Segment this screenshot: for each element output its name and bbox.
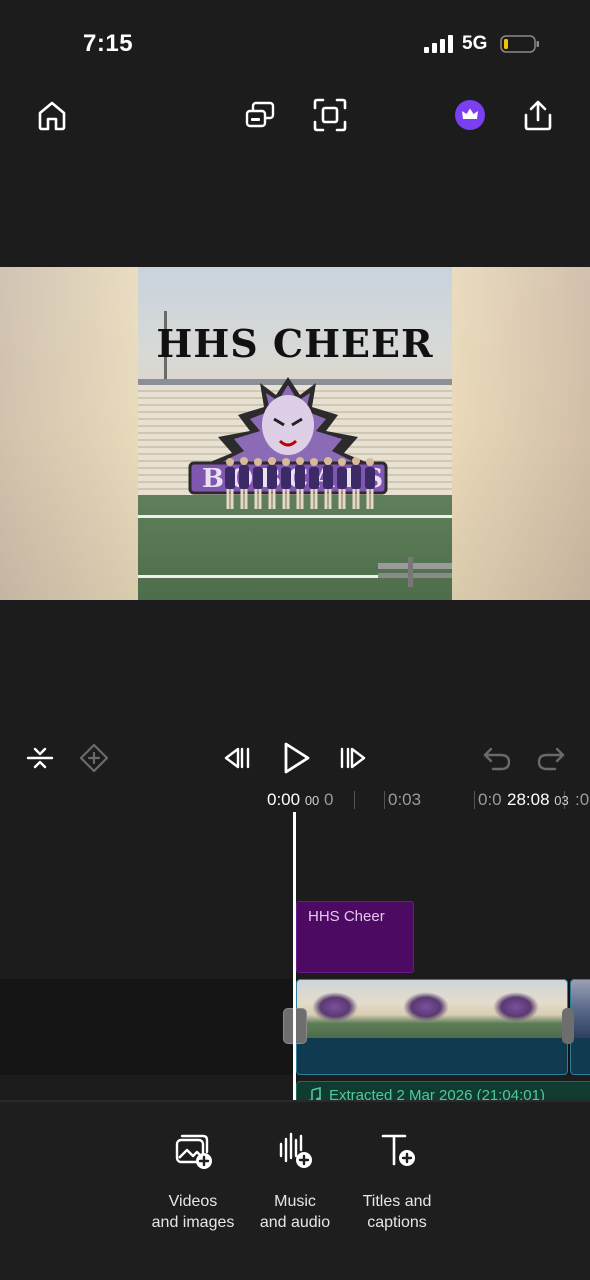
playback-controls xyxy=(0,730,590,786)
preview-frame: BOBCATS H xyxy=(138,267,452,600)
title-clip-label: HHS Cheer xyxy=(308,908,385,925)
cast-icon xyxy=(245,101,275,128)
add-media-icon xyxy=(175,1134,212,1169)
ruler-tick-label: 0:03 xyxy=(388,790,422,809)
add-text-button[interactable]: Titles and captions xyxy=(342,1130,452,1233)
title-clip[interactable]: HHS Cheer xyxy=(296,901,414,973)
bottom-toolbar: Videos and images Music and audio Titles… xyxy=(0,1100,590,1280)
redo-icon xyxy=(537,747,565,771)
current-time: 0:00 00 xyxy=(267,790,320,809)
ruler-tick-label: 0 xyxy=(324,790,334,809)
add-audio-button[interactable]: Music and audio xyxy=(240,1130,350,1233)
network-type: 5G xyxy=(462,33,488,54)
undo-icon xyxy=(483,747,511,771)
add-text-label: Titles and captions xyxy=(362,1193,432,1231)
ruler-tick-label: :0 xyxy=(575,790,590,809)
status-time: 7:15 xyxy=(83,30,134,57)
add-audio-icon xyxy=(279,1132,312,1168)
clip-thumbnails xyxy=(297,980,567,1038)
total-duration: 28:08 03 xyxy=(507,790,569,809)
video-preview[interactable]: BOBCATS H xyxy=(0,267,590,600)
video-clip[interactable] xyxy=(296,979,568,1075)
premium-button[interactable] xyxy=(452,97,488,133)
home-icon xyxy=(38,101,66,131)
keyframe-button[interactable] xyxy=(74,738,114,778)
battery-low-icon xyxy=(500,35,539,53)
skip-forward-icon xyxy=(340,747,366,769)
ruler-tick-label: 0:0 xyxy=(478,790,502,809)
fit-screen-icon xyxy=(313,98,347,132)
playhead[interactable] xyxy=(293,812,296,1100)
home-button[interactable] xyxy=(30,93,74,137)
crown-icon xyxy=(455,100,485,130)
split-button[interactable] xyxy=(20,738,60,778)
time-ruler[interactable]: 0 0:03 0:0 :0 0:00 00 28:08 03 xyxy=(0,787,590,811)
add-text-icon xyxy=(381,1134,415,1166)
skip-back-icon xyxy=(224,747,250,769)
undo-button[interactable] xyxy=(476,738,518,778)
skip-back-button[interactable] xyxy=(214,738,258,778)
add-media-button[interactable]: Videos and images xyxy=(138,1130,248,1233)
share-button[interactable] xyxy=(516,93,560,137)
status-bar: 7:15 5G xyxy=(0,0,590,80)
railing xyxy=(378,557,452,587)
split-icon xyxy=(26,747,54,769)
add-media-label: Videos and images xyxy=(151,1193,235,1231)
top-toolbar xyxy=(0,85,590,145)
play-icon xyxy=(284,742,310,774)
cast-button[interactable] xyxy=(238,93,282,137)
skip-forward-button[interactable] xyxy=(332,738,376,778)
add-audio-label: Music and audio xyxy=(259,1193,331,1231)
cheer-team xyxy=(225,457,375,509)
fit-screen-button[interactable] xyxy=(308,93,352,137)
overlay-title: HHS CHEER xyxy=(156,321,434,366)
share-icon xyxy=(524,100,552,131)
cellular-signal-icon xyxy=(424,35,453,53)
redo-button[interactable] xyxy=(530,738,572,778)
trim-handle-right[interactable] xyxy=(562,1008,574,1044)
keyframe-icon xyxy=(79,743,109,773)
play-button[interactable] xyxy=(272,734,318,782)
timeline[interactable]: HHS Cheer Extracted 2 Mar 2026 (21:04:01… xyxy=(0,812,590,1111)
